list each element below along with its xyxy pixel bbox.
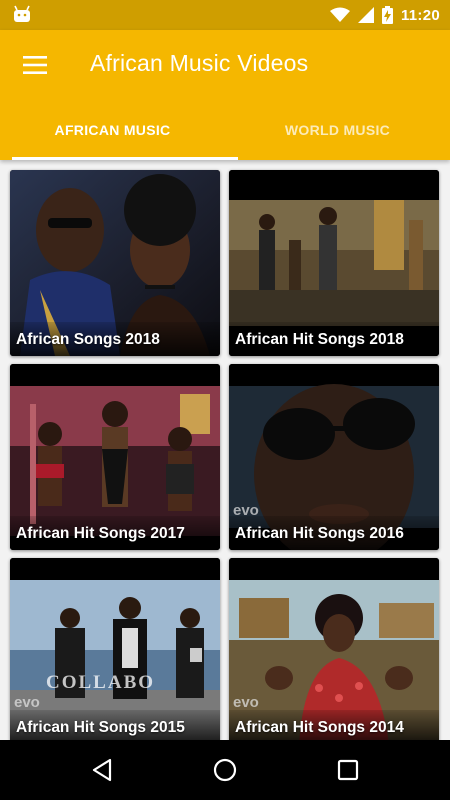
playlist-title: African Hit Songs 2014: [235, 719, 404, 736]
back-icon: [92, 758, 111, 782]
app-bar: African Music Videos AFRICAN MUSIC WORLD…: [0, 30, 450, 160]
playlist-card[interactable]: African Songs 2018: [10, 170, 220, 356]
signal-icon: [357, 7, 374, 23]
page-title: African Music Videos: [90, 50, 309, 76]
playlist-title: African Hit Songs 2017: [16, 525, 185, 542]
playlist-card[interactable]: African Hit Songs 2018: [229, 170, 439, 356]
menu-button[interactable]: [14, 44, 56, 86]
tab-world-music[interactable]: WORLD MUSIC: [225, 100, 450, 160]
playlist-title: African Hit Songs 2018: [235, 331, 404, 348]
watermark-text: evo: [233, 694, 259, 711]
home-icon: [213, 758, 237, 782]
watermark-text: COLLABO: [46, 672, 156, 693]
playlist-card[interactable]: evo African Hit Songs 2014: [229, 558, 439, 740]
home-button[interactable]: [201, 746, 249, 794]
tab-african-music[interactable]: AFRICAN MUSIC: [0, 100, 225, 160]
playlist-card[interactable]: African Hit Songs 2017: [10, 364, 220, 550]
battery-charging-icon: [381, 6, 393, 24]
playlist-grid: African Songs 2018 African Hit Songs 201…: [0, 160, 450, 740]
back-button[interactable]: [78, 746, 126, 794]
recents-icon: [338, 759, 359, 781]
playlist-title: African Songs 2018: [16, 331, 160, 348]
playlist-title: African Hit Songs 2016: [235, 525, 404, 542]
playlist-card[interactable]: COLLABO evo African Hit Songs 2015: [10, 558, 220, 740]
tab-indicator: [12, 157, 238, 160]
android-icon: [14, 5, 30, 22]
hamburger-menu-icon: [23, 56, 47, 74]
playlist-title: African Hit Songs 2015: [16, 719, 185, 736]
tab-bar: AFRICAN MUSIC WORLD MUSIC: [0, 100, 450, 160]
status-time: 11:20: [400, 6, 440, 24]
watermark-text: evo: [14, 694, 40, 711]
system-nav-bar: [0, 740, 450, 800]
wifi-icon: [329, 7, 350, 22]
playlist-card[interactable]: evo African Hit Songs 2016: [229, 364, 439, 550]
status-bar: 11:20: [0, 0, 450, 30]
recents-button[interactable]: [324, 746, 372, 794]
